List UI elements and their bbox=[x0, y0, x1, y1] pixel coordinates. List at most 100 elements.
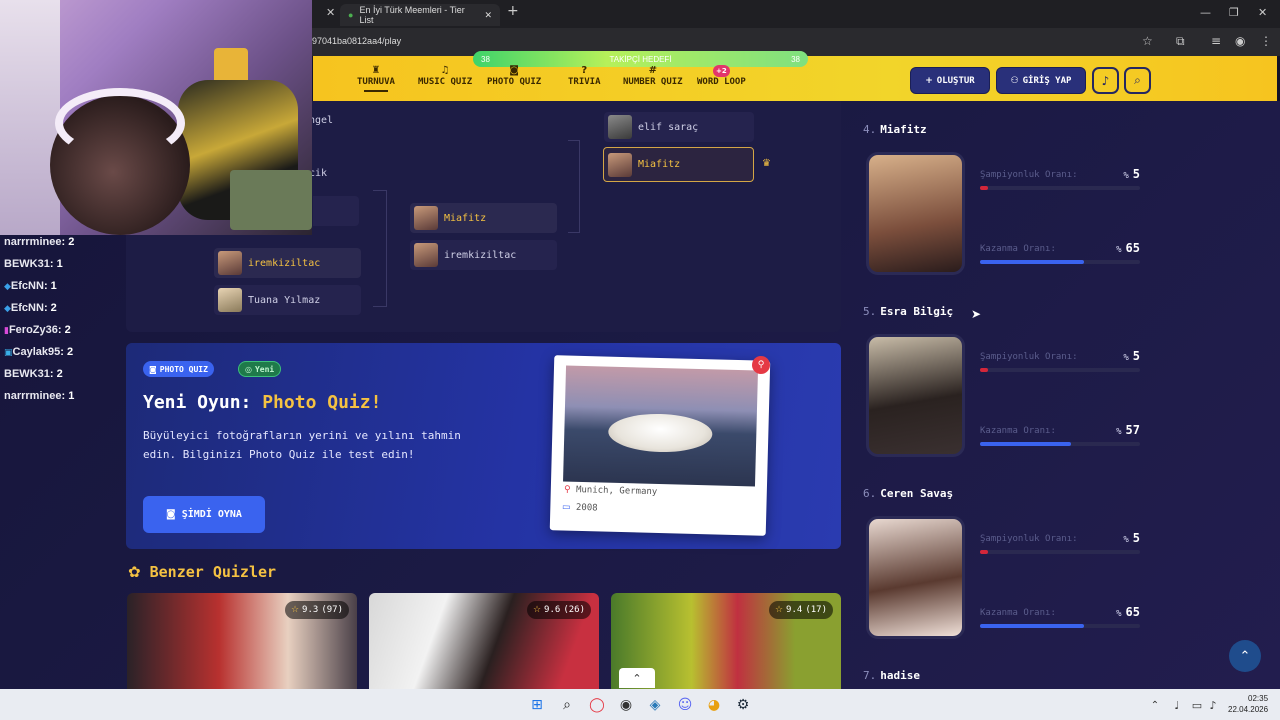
calendar-icon: ▭ bbox=[561, 502, 571, 513]
url-text[interactable]: 97041ba0812aa4/play bbox=[312, 36, 401, 46]
opera-icon[interactable]: ◯ bbox=[588, 696, 606, 714]
entry-name: iremkiziltac bbox=[248, 257, 321, 269]
chat-line: ▣Caylak95: 2 bbox=[4, 345, 74, 367]
rank-name-text: hadise bbox=[880, 669, 920, 682]
bracket-connector bbox=[373, 190, 387, 307]
tray-chevron-up-icon[interactable]: ⌃ bbox=[1146, 696, 1164, 714]
chat-line: ▮FeroZy36: 2 bbox=[4, 323, 74, 345]
chat-user: BEWK31 bbox=[4, 368, 50, 380]
entry-name: elif saraç bbox=[638, 121, 699, 133]
chevron-up-icon[interactable]: ⌃ bbox=[619, 668, 655, 688]
maximize-icon[interactable]: ❐ bbox=[1229, 6, 1239, 19]
avatar bbox=[866, 152, 965, 275]
quiz-card[interactable]: ☆ 9.6 (26) bbox=[369, 593, 599, 689]
bracket-entry[interactable]: elif saraç bbox=[604, 112, 754, 142]
quiz-card[interactable]: ☆ 9.3 (97) bbox=[127, 593, 357, 689]
avatar bbox=[608, 115, 632, 139]
camera-icon: ◙ bbox=[509, 65, 519, 76]
new-tab-icon[interactable]: + bbox=[507, 3, 519, 19]
bracket-entry-winner[interactable]: Miafitz bbox=[410, 203, 557, 233]
nav-label: TRIVIA bbox=[568, 77, 601, 87]
bracket-entry-winner[interactable]: iremkiziltac bbox=[214, 248, 361, 278]
rating-value: 9.4 bbox=[786, 605, 803, 615]
prev-tab-close-icon[interactable]: ✕ bbox=[326, 6, 335, 19]
camera-icon: ◙ bbox=[166, 509, 176, 520]
scroll-to-top-button[interactable]: ⌃ bbox=[1229, 640, 1261, 672]
play-now-label: ŞİMDİ OYNA bbox=[181, 509, 242, 520]
app-icon[interactable]: ◈ bbox=[646, 696, 664, 714]
percent-sign: % bbox=[1123, 535, 1129, 545]
webcam-overlay bbox=[0, 0, 312, 235]
nav-label: TURNUVA bbox=[357, 77, 395, 87]
avatar bbox=[866, 516, 965, 639]
browser-tab-active[interactable]: ● En İyi Türk Meemleri - Tier List ✕ bbox=[340, 4, 500, 26]
webcam-pillow bbox=[230, 170, 312, 230]
notification-bell-icon[interactable]: ♪ bbox=[1092, 67, 1119, 94]
bar-fill bbox=[980, 624, 1084, 628]
nav-word-loop[interactable]: +2 WORD LOOP bbox=[697, 65, 746, 87]
similar-quizzes-title: ✿ Benzer Quizler bbox=[128, 563, 276, 581]
trophy-icon: ♛ bbox=[762, 158, 771, 169]
ranking-entry-name[interactable]: 7. hadise bbox=[863, 669, 920, 682]
search-icon[interactable]: ⌕ bbox=[558, 696, 576, 714]
nav-trivia[interactable]: ? TRIVIA bbox=[568, 65, 601, 87]
tab-close-icon[interactable]: ✕ bbox=[484, 10, 492, 21]
champion-rate-value: % 5 bbox=[1110, 531, 1140, 545]
ranking-entry-name[interactable]: 5. Esra Bilgiç bbox=[863, 305, 953, 318]
create-label: OLUŞTUR bbox=[936, 75, 975, 86]
window-close-icon[interactable]: ✕ bbox=[1258, 6, 1267, 19]
chat-user: BEWK31 bbox=[4, 258, 50, 270]
bracket-champion[interactable]: Miafitz bbox=[603, 147, 754, 182]
login-button[interactable]: ⚇ GİRİŞ YAP bbox=[996, 67, 1086, 94]
chrome-icon[interactable]: ◕ bbox=[705, 696, 723, 714]
value: 65 bbox=[1125, 241, 1140, 255]
rating-count: (97) bbox=[321, 605, 343, 615]
bar-fill bbox=[980, 442, 1072, 446]
play-now-button[interactable]: ◙ ŞİMDİ OYNA bbox=[143, 496, 265, 533]
avatar bbox=[608, 152, 632, 177]
ranking-entry-name[interactable]: 4. Miafitz bbox=[863, 123, 927, 136]
rating-value: 9.6 bbox=[544, 605, 561, 615]
nav-turnuva[interactable]: ♜ TURNUVA bbox=[357, 65, 395, 92]
value: 5 bbox=[1132, 531, 1140, 545]
win-rate-bar bbox=[980, 624, 1140, 628]
follow-goal-label: TAKİPÇİ HEDEFİ bbox=[609, 54, 672, 64]
windows-start-icon[interactable]: ⊞ bbox=[528, 696, 546, 714]
flower-icon: ✿ bbox=[128, 563, 141, 581]
entry-name: Miafitz bbox=[638, 159, 681, 170]
volume-icon[interactable]: ♪ bbox=[1204, 696, 1222, 714]
discord-icon[interactable]: ☺ bbox=[676, 696, 694, 714]
nav-label: WORD LOOP bbox=[697, 77, 746, 87]
search-icon[interactable]: ⌕ bbox=[1124, 67, 1151, 94]
microphone-icon[interactable]: ♩ bbox=[1168, 696, 1186, 714]
chat-line: ◆EfcNN: 1 bbox=[4, 279, 74, 301]
win-rate-bar bbox=[980, 442, 1140, 446]
promo-title-prefix: Yeni Oyun: bbox=[143, 392, 252, 413]
entry-name: ngel bbox=[309, 114, 334, 126]
photo-location-text: Munich, Germany bbox=[575, 485, 658, 498]
minimize-icon[interactable]: — bbox=[1200, 6, 1211, 19]
bracket-partial-slot bbox=[313, 196, 359, 226]
bracket-entry[interactable]: Tuana Yılmaz bbox=[214, 285, 361, 315]
steam-icon[interactable]: ⚙ bbox=[734, 696, 752, 714]
ranking-entry-name[interactable]: 6. Ceren Savaş bbox=[863, 487, 953, 500]
create-button[interactable]: + OLUŞTUR bbox=[910, 67, 990, 94]
bar-fill bbox=[980, 368, 988, 372]
system-clock[interactable]: 02:35 22.04.2026 bbox=[1228, 693, 1268, 715]
chat-line: BEWK31: 2 bbox=[4, 367, 74, 389]
nav-number-quiz[interactable]: # NUMBER QUIZ bbox=[623, 65, 683, 87]
nav-label: PHOTO QUIZ bbox=[487, 77, 542, 87]
nav-photo-quiz[interactable]: ◙ PHOTO QUIZ bbox=[487, 65, 541, 87]
obs-icon[interactable]: ◉ bbox=[617, 696, 635, 714]
chat-value: : 2 bbox=[60, 346, 74, 358]
bookmark-star-icon[interactable]: ☆ bbox=[1142, 34, 1153, 48]
nav-music-quiz[interactable]: ♫ MUSIC QUIZ bbox=[418, 65, 472, 87]
profile-icon[interactable]: ◉ bbox=[1235, 34, 1245, 48]
win-rate-bar bbox=[980, 260, 1140, 264]
bracket-entry[interactable]: iremkiziltac bbox=[410, 240, 557, 270]
chat-line: ◆EfcNN: 2 bbox=[4, 301, 74, 323]
menu-kebab-icon[interactable]: ⋮ bbox=[1260, 34, 1272, 48]
media-icon[interactable]: ≡ bbox=[1211, 34, 1221, 48]
extensions-icon[interactable]: ⧉ bbox=[1176, 34, 1185, 49]
rank-number: 5. bbox=[863, 305, 877, 318]
